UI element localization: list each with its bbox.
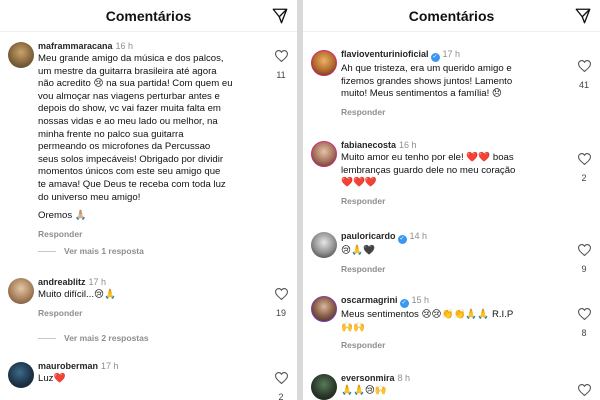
reply-button[interactable]: Responder xyxy=(341,340,564,350)
view-replies-button[interactable]: Ver mais 2 respostas xyxy=(38,333,149,343)
comment-time: 14 h xyxy=(409,231,428,241)
like-count: 41 xyxy=(578,80,589,90)
comment-time: 8 h xyxy=(397,373,411,383)
comment-username[interactable]: eversonmira xyxy=(341,373,395,383)
comment-username[interactable]: flavioventurinioficial xyxy=(341,49,429,59)
verified-badge-icon: ✓ xyxy=(399,299,409,308)
reply-button[interactable]: Responder xyxy=(38,229,261,239)
paper-plane-icon[interactable] xyxy=(271,7,289,25)
comment-text: Luz❤️ xyxy=(38,373,66,384)
header-title: Comentários xyxy=(105,7,192,24)
comments-panel-right: Comentários flavioventurinioficial ✓ 17 h … xyxy=(303,0,600,400)
like-button[interactable]: 2 xyxy=(273,372,289,400)
comment-username[interactable]: maframmaracana xyxy=(38,41,113,51)
like-count: 2 xyxy=(581,173,587,183)
heart-outline-icon xyxy=(274,50,288,62)
comment-text: 😢🙏🖤 xyxy=(341,245,375,256)
reply-button[interactable]: Responder xyxy=(341,264,564,274)
comment-username[interactable]: andreablitz xyxy=(38,277,86,287)
comments-panel-left: Comentários maframmaracana 16 h Meu grand… xyxy=(0,0,297,400)
comment-username[interactable]: fabianecosta xyxy=(341,140,396,150)
heart-outline-icon xyxy=(577,60,591,72)
comment-text: Meu grande amigo da música e dos palcos,… xyxy=(38,53,233,222)
comment-time: 17 h xyxy=(442,49,461,59)
comment-time: 15 h xyxy=(411,295,430,305)
verified-badge-icon: ✓ xyxy=(430,53,440,62)
heart-outline-icon xyxy=(577,153,591,165)
comment-time: 17 h xyxy=(88,277,107,287)
avatar[interactable] xyxy=(311,50,337,76)
header-title: Comentários xyxy=(408,7,495,24)
comment-username[interactable]: mauroberman xyxy=(38,361,98,371)
avatar[interactable] xyxy=(311,141,337,167)
heart-outline-icon xyxy=(577,308,591,320)
comment-text: Muito difícil...😢🙏 xyxy=(38,289,116,300)
reply-button[interactable]: Responder xyxy=(341,107,564,117)
verified-badge-icon: ✓ xyxy=(397,235,407,244)
like-button[interactable]: 19 xyxy=(273,288,289,318)
like-count: 8 xyxy=(581,328,587,338)
like-count: 9 xyxy=(581,264,587,274)
avatar[interactable] xyxy=(311,232,337,258)
like-button[interactable]: 8 xyxy=(576,308,592,338)
comment-text: Muito amor eu tenho por ele! ❤️❤️ boas l… xyxy=(341,152,516,189)
like-button[interactable] xyxy=(576,384,592,396)
reply-button[interactable]: Responder xyxy=(38,308,261,318)
like-count: 11 xyxy=(276,70,286,80)
comment-time: 16 h xyxy=(115,41,134,51)
comments-header: Comentários xyxy=(0,0,297,32)
like-count: 19 xyxy=(275,308,286,318)
comment-text: Ah que tristeza, era um querido amigo e … xyxy=(341,63,513,100)
avatar[interactable] xyxy=(8,278,34,304)
like-count: 2 xyxy=(278,392,284,400)
like-button[interactable]: 11 xyxy=(273,50,289,80)
view-replies-button[interactable]: Ver mais 1 resposta xyxy=(38,246,144,256)
like-button[interactable]: 2 xyxy=(576,153,592,183)
comments-header: Comentários xyxy=(303,0,600,32)
avatar[interactable] xyxy=(311,296,337,322)
reply-button[interactable]: Responder xyxy=(341,196,564,206)
paper-plane-icon[interactable] xyxy=(574,7,592,25)
avatar[interactable] xyxy=(8,42,34,68)
comment-text: 🙏🙏😢🙌 xyxy=(341,385,387,396)
like-button[interactable]: 41 xyxy=(576,60,592,90)
heart-outline-icon xyxy=(577,384,591,396)
comment-username[interactable]: oscarmagrini xyxy=(341,295,398,305)
heart-outline-icon xyxy=(577,244,591,256)
avatar[interactable] xyxy=(311,374,337,400)
comment-text: Meus sentimentos 😢😢👏👏🙏🙏 R.I.P 🙌🙌 xyxy=(341,309,514,333)
heart-outline-icon xyxy=(274,372,288,384)
like-button[interactable]: 9 xyxy=(576,244,592,274)
heart-outline-icon xyxy=(274,288,288,300)
avatar[interactable] xyxy=(8,362,34,388)
comment-time: 17 h xyxy=(101,361,119,371)
comment-username[interactable]: pauloricardo xyxy=(341,231,396,241)
comment-time: 16 h xyxy=(399,140,417,150)
